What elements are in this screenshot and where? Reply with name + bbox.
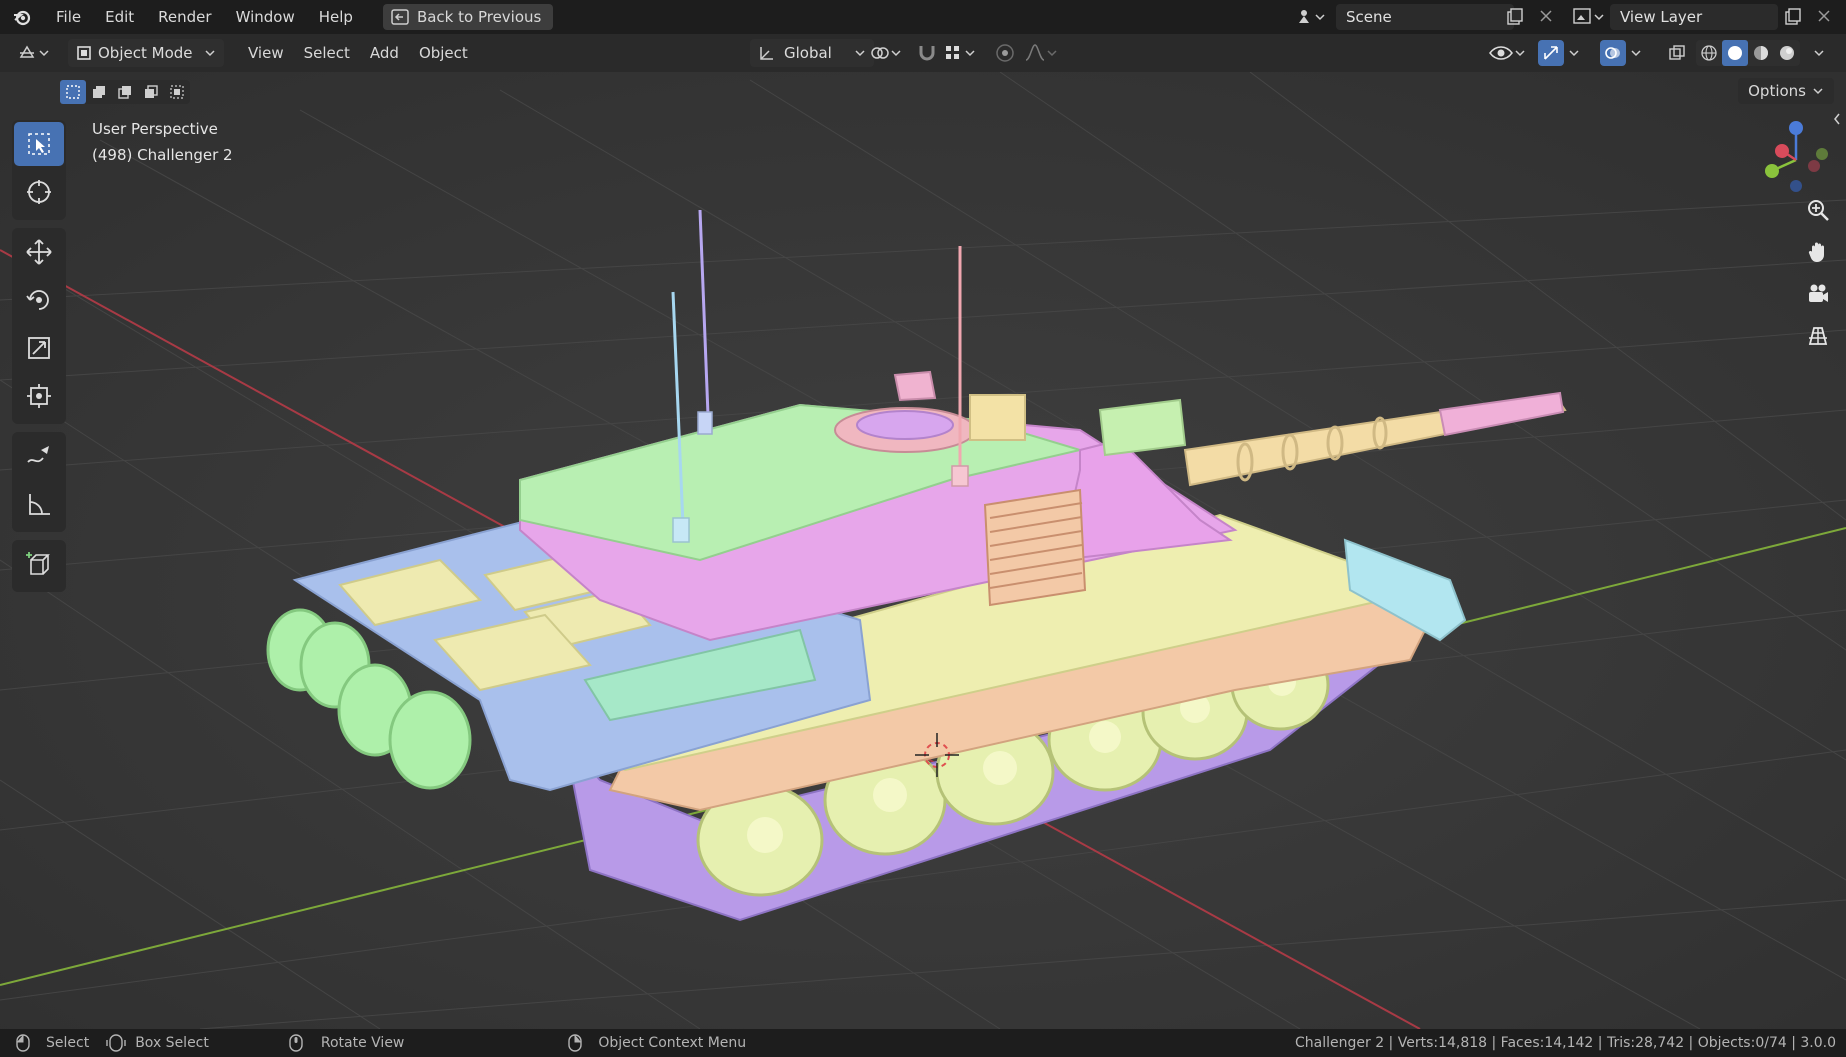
view-layer-selector[interactable] <box>1572 6 1606 28</box>
mouse-drag-icon <box>105 1034 127 1052</box>
back-to-previous-button[interactable]: Back to Previous <box>382 4 554 30</box>
shading-modes <box>1696 40 1800 66</box>
proportional-editing-icon[interactable] <box>994 42 1016 64</box>
annotate-icon[interactable] <box>14 434 64 478</box>
sidebar-toggle-icon[interactable] <box>1832 112 1842 130</box>
rotate-icon[interactable] <box>14 278 64 322</box>
menu-window[interactable]: Window <box>224 0 307 34</box>
pan-hand-icon[interactable] <box>1800 234 1836 270</box>
select-extend-icon[interactable] <box>86 80 112 104</box>
scene-selector[interactable] <box>1296 4 1328 30</box>
scale-icon[interactable] <box>14 326 64 370</box>
shading-options-chevron-icon[interactable] <box>1812 46 1826 60</box>
back-icon <box>391 9 409 25</box>
scene-icon <box>1296 7 1326 27</box>
menu-render[interactable]: Render <box>146 0 223 34</box>
wireframe-shading-icon[interactable] <box>1696 40 1722 66</box>
perspective-label: User Perspective <box>92 120 218 138</box>
viewport-header: Object Mode View Select Add Object Globa… <box>0 34 1846 72</box>
pivot-point-icon[interactable] <box>870 43 906 63</box>
status-rotate-view-label: Rotate View <box>320 1035 405 1051</box>
select-new-icon[interactable] <box>60 80 86 104</box>
scene-close-icon[interactable] <box>1538 8 1554 28</box>
select-subtract-icon[interactable] <box>112 80 138 104</box>
view-layer-new-icon[interactable] <box>1784 8 1802 30</box>
orientation-label: Global <box>784 44 832 62</box>
vent-grille <box>983 488 1087 607</box>
viewport-scene <box>0 72 1846 1029</box>
menu-file[interactable]: File <box>44 0 93 34</box>
chevron-down-icon <box>854 47 866 59</box>
scene-statistics: Challenger 2 | Verts:14,818 | Faces:14,1… <box>1295 1035 1836 1051</box>
cursor-icon[interactable] <box>14 170 64 214</box>
options-label: Options <box>1748 82 1806 100</box>
gizmo-toggle-icon[interactable] <box>1538 40 1586 66</box>
status-box-select-label: Box Select <box>135 1035 209 1051</box>
navigation-gizmo[interactable] <box>1756 120 1836 200</box>
select-invert-icon[interactable] <box>138 80 164 104</box>
chevron-down-icon <box>204 47 216 59</box>
options-dropdown[interactable]: Options <box>1738 78 1834 104</box>
overlays-toggle-icon[interactable] <box>1600 40 1648 66</box>
object-mode-icon <box>76 45 92 61</box>
solid-shading-icon[interactable] <box>1722 40 1748 66</box>
menu-edit[interactable]: Edit <box>93 0 146 34</box>
falloff-curve-icon[interactable] <box>1024 43 1060 63</box>
menu-object[interactable]: Object <box>409 44 478 62</box>
select-box-icon[interactable] <box>14 122 64 166</box>
mouse-right-icon <box>568 1034 583 1052</box>
mouse-middle-icon <box>289 1034 303 1052</box>
scene-name: Scene <box>1346 8 1392 26</box>
snap-increment-icon[interactable] <box>944 43 980 63</box>
move-icon[interactable] <box>14 230 64 274</box>
view-layer-name: View Layer <box>1620 8 1703 26</box>
tool-shelf <box>12 120 66 600</box>
rendered-shading-icon[interactable] <box>1774 40 1800 66</box>
measure-icon[interactable] <box>14 482 64 526</box>
transform-orientation-dropdown[interactable]: Global <box>750 39 874 67</box>
transform-icon[interactable] <box>14 374 64 418</box>
menu-view[interactable]: View <box>238 44 294 62</box>
chevron-down-icon <box>1812 85 1824 97</box>
top-menu-bar: File Edit Render Window Help Back to Pre… <box>0 0 1846 34</box>
active-object-label: (498) Challenger 2 <box>92 146 233 164</box>
zoom-icon[interactable] <box>1800 192 1836 228</box>
visibility-eye-icon[interactable] <box>1488 42 1528 64</box>
material-shading-icon[interactable] <box>1748 40 1774 66</box>
view-layer-close-icon[interactable] <box>1816 8 1832 28</box>
status-select-label: Select <box>46 1035 90 1051</box>
status-context-menu-label: Object Context Menu <box>598 1035 747 1051</box>
3d-viewport[interactable]: User Perspective (498) Challenger 2 Opti… <box>0 72 1846 1029</box>
snap-magnet-icon[interactable] <box>916 42 938 64</box>
object-mode-dropdown[interactable]: Object Mode <box>68 39 224 67</box>
blender-logo-icon[interactable] <box>0 0 44 34</box>
back-to-previous-label: Back to Previous <box>416 8 542 26</box>
orientation-axes-icon <box>758 44 776 62</box>
select-intersect-icon[interactable] <box>164 80 190 104</box>
view-layer-name-field[interactable]: View Layer <box>1610 4 1778 30</box>
object-mode-label: Object Mode <box>98 44 193 62</box>
grid-ortho-icon[interactable] <box>1800 318 1836 354</box>
status-bar: Select Box Select Rotate View Object Con… <box>0 1029 1846 1057</box>
menu-help[interactable]: Help <box>307 0 365 34</box>
scene-name-field[interactable]: Scene <box>1336 4 1514 30</box>
xray-toggle-icon[interactable] <box>1664 40 1690 66</box>
view-layer-icon <box>1572 6 1606 28</box>
mouse-left-icon <box>16 1034 30 1052</box>
editor-type-icon[interactable] <box>18 43 58 63</box>
camera-icon[interactable] <box>1800 276 1836 312</box>
menu-select[interactable]: Select <box>294 44 360 62</box>
add-cube-icon[interactable] <box>14 542 64 586</box>
scene-new-icon[interactable] <box>1506 8 1524 30</box>
selection-mode-group <box>60 80 190 104</box>
menu-add[interactable]: Add <box>360 44 409 62</box>
